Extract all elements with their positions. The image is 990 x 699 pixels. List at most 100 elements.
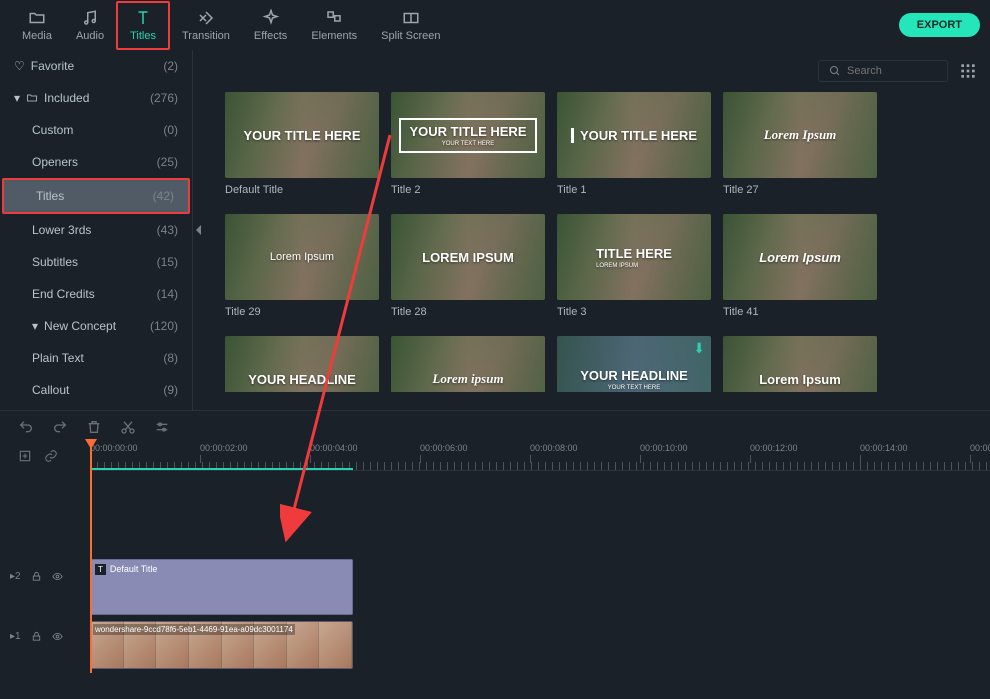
thumbnail-label: Title 1	[557, 184, 711, 196]
thumbnail-preview: TITLE HERELOREM IPSUM	[557, 214, 711, 300]
sidebar-item-favorite[interactable]: ♡Favorite(2)	[0, 50, 192, 82]
thumbnails-panel: YOUR TITLE HEREDefault TitleYOUR TITLE H…	[205, 50, 990, 410]
tab-titles[interactable]: Titles	[116, 1, 170, 50]
title-thumbnail[interactable]: Lorem ipsum	[391, 336, 545, 392]
sidebar-item-count: (25)	[157, 155, 178, 169]
main-toolbar: Media Audio Titles Transition Effects El…	[0, 0, 990, 50]
sidebar-item-count: (9)	[163, 383, 178, 397]
title-thumbnail[interactable]: Lorem Ipsum	[723, 336, 877, 392]
grid-view-icon[interactable]	[960, 63, 976, 79]
thumbnail-overlay-text: Lorem Ipsum	[759, 250, 841, 265]
collapse-handle[interactable]	[193, 50, 205, 410]
sidebar-item-subtitles[interactable]: Subtitles(15)	[0, 246, 192, 278]
undo-icon[interactable]	[18, 419, 34, 435]
sidebar-item-count: (276)	[150, 91, 178, 105]
thumbnail-overlay-text: TITLE HERELOREM IPSUM	[596, 246, 672, 269]
title-thumbnail[interactable]: YOUR HEADLINEYOUR TEXT HERE⬇	[557, 336, 711, 392]
thumbnail-preview: Lorem Ipsum	[225, 214, 379, 300]
title-thumbnail[interactable]: YOUR TITLE HEREDefault Title	[225, 92, 379, 196]
category-sidebar: ♡Favorite(2) ▾ Included (276) Custom(0)Opene…	[0, 50, 193, 410]
track-number: ▸2	[10, 571, 21, 582]
delete-icon[interactable]	[86, 419, 102, 435]
tab-label: Titles	[130, 30, 156, 42]
tab-label: Audio	[76, 30, 104, 42]
sidebar-item-callout[interactable]: Callout(9)	[0, 374, 192, 406]
heart-icon: ♡	[14, 59, 25, 73]
tab-label: Elements	[311, 30, 357, 42]
export-button[interactable]: EXPORT	[899, 13, 980, 37]
search-icon	[829, 65, 841, 77]
sidebar-item-end-credits[interactable]: End Credits(14)	[0, 278, 192, 310]
video-clip[interactable]: wondershare-9ccd78f6-5eb1-4469-91ea-a09d…	[90, 621, 353, 669]
thumbnail-preview: YOUR TITLE HERE	[557, 92, 711, 178]
download-icon[interactable]: ⬇	[693, 340, 705, 357]
thumbnail-overlay-text: YOUR TITLE HERE	[571, 128, 697, 143]
sidebar-item-new-concept[interactable]: ▾New Concept(120)	[0, 310, 192, 342]
thumbnail-preview: YOUR HEADLINE	[225, 336, 379, 392]
sidebar-item-label: Custom	[32, 123, 73, 137]
title-clip[interactable]: T Default Title	[90, 559, 353, 615]
sidebar-item-label: Subtitles	[32, 255, 78, 269]
ruler-timestamp: 00:00:12:00	[750, 443, 798, 453]
text-clip-icon: T	[95, 564, 106, 575]
sidebar-item-label: End Credits	[32, 287, 95, 301]
tab-splitscreen[interactable]: Split Screen	[369, 3, 452, 48]
clip-label: wondershare-9ccd78f6-5eb1-4469-91ea-a09d…	[93, 624, 295, 635]
thumbnail-preview: YOUR TITLE HERE	[225, 92, 379, 178]
thumbnail-label: Title 28	[391, 306, 545, 318]
title-thumbnail[interactable]: Lorem Ipsum Title 41	[723, 214, 877, 318]
playhead[interactable]	[90, 443, 92, 673]
title-thumbnail[interactable]: Lorem Ipsum Title 29	[225, 214, 379, 318]
thumbnail-grid: YOUR TITLE HEREDefault TitleYOUR TITLE H…	[205, 92, 990, 392]
eye-icon[interactable]	[52, 571, 63, 582]
title-thumbnail[interactable]: YOUR HEADLINE	[225, 336, 379, 392]
chevron-down-icon: ▾	[14, 91, 20, 105]
sidebar-item-titles[interactable]: Titles(42)	[2, 178, 190, 214]
sidebar-item-included[interactable]: ▾ Included (276)	[0, 82, 192, 114]
title-thumbnail[interactable]: Lorem IpsumTitle 27	[723, 92, 877, 196]
title-thumbnail[interactable]: LOREM IPSUM Title 28	[391, 214, 545, 318]
content-area: ♡Favorite(2) ▾ Included (276) Custom(0)Opene…	[0, 50, 990, 410]
title-thumbnail[interactable]: YOUR TITLE HEREYOUR TEXT HERETitle 2	[391, 92, 545, 196]
thumbnail-label: Title 29	[225, 306, 379, 318]
thumbnail-label: Title 41	[723, 306, 877, 318]
adjust-icon[interactable]	[154, 419, 170, 435]
add-marker-icon[interactable]	[18, 449, 34, 465]
thumbnail-preview: Lorem Ipsum	[723, 214, 877, 300]
sidebar-item-label: Included	[44, 91, 89, 105]
sidebar-item-custom[interactable]: Custom(0)	[0, 114, 192, 146]
ruler-timestamp: 00:00:14:00	[860, 443, 908, 453]
sidebar-item-count: (42)	[153, 189, 174, 203]
sidebar-item-label: Plain Text	[32, 351, 84, 365]
sidebar-item-count: (2)	[163, 59, 178, 73]
search-box[interactable]	[818, 60, 948, 82]
tab-effects[interactable]: Effects	[242, 3, 299, 48]
thumbnail-preview: Lorem Ipsum	[723, 92, 877, 178]
shapes-icon	[325, 9, 343, 27]
lock-icon[interactable]	[31, 571, 42, 582]
sidebar-item-lower-3rds[interactable]: Lower 3rds(43)	[0, 214, 192, 246]
thumbnail-overlay-text: YOUR TITLE HERE	[243, 128, 360, 143]
thumbnail-overlay-text: Lorem Ipsum	[270, 251, 334, 263]
sidebar-item-label: Lower 3rds	[32, 223, 91, 237]
tab-elements[interactable]: Elements	[299, 3, 369, 48]
title-thumbnail[interactable]: TITLE HERELOREM IPSUMTitle 3	[557, 214, 711, 318]
sidebar-item-openers[interactable]: Openers(25)	[0, 146, 192, 178]
thumbnail-overlay-text: LOREM IPSUM	[422, 250, 514, 265]
lock-icon[interactable]	[31, 631, 42, 642]
folder-icon	[26, 92, 38, 104]
ruler-timestamp: 00:00:16:00	[970, 443, 990, 453]
title-thumbnail[interactable]: YOUR TITLE HERE Title 1	[557, 92, 711, 196]
search-input[interactable]	[847, 65, 937, 77]
split-icon	[402, 9, 420, 27]
sidebar-item-plain-text[interactable]: Plain Text(8)	[0, 342, 192, 374]
tab-media[interactable]: Media	[10, 3, 64, 48]
cut-icon[interactable]	[120, 419, 136, 435]
thumbnail-label: Title 2	[391, 184, 545, 196]
tab-transition[interactable]: Transition	[170, 3, 242, 48]
eye-icon[interactable]	[52, 631, 63, 642]
tab-audio[interactable]: Audio	[64, 3, 116, 48]
redo-icon[interactable]	[52, 419, 68, 435]
time-ruler[interactable]: 00:00:00:0000:00:02:0000:00:04:0000:00:0…	[90, 443, 990, 471]
link-icon[interactable]	[44, 449, 60, 465]
